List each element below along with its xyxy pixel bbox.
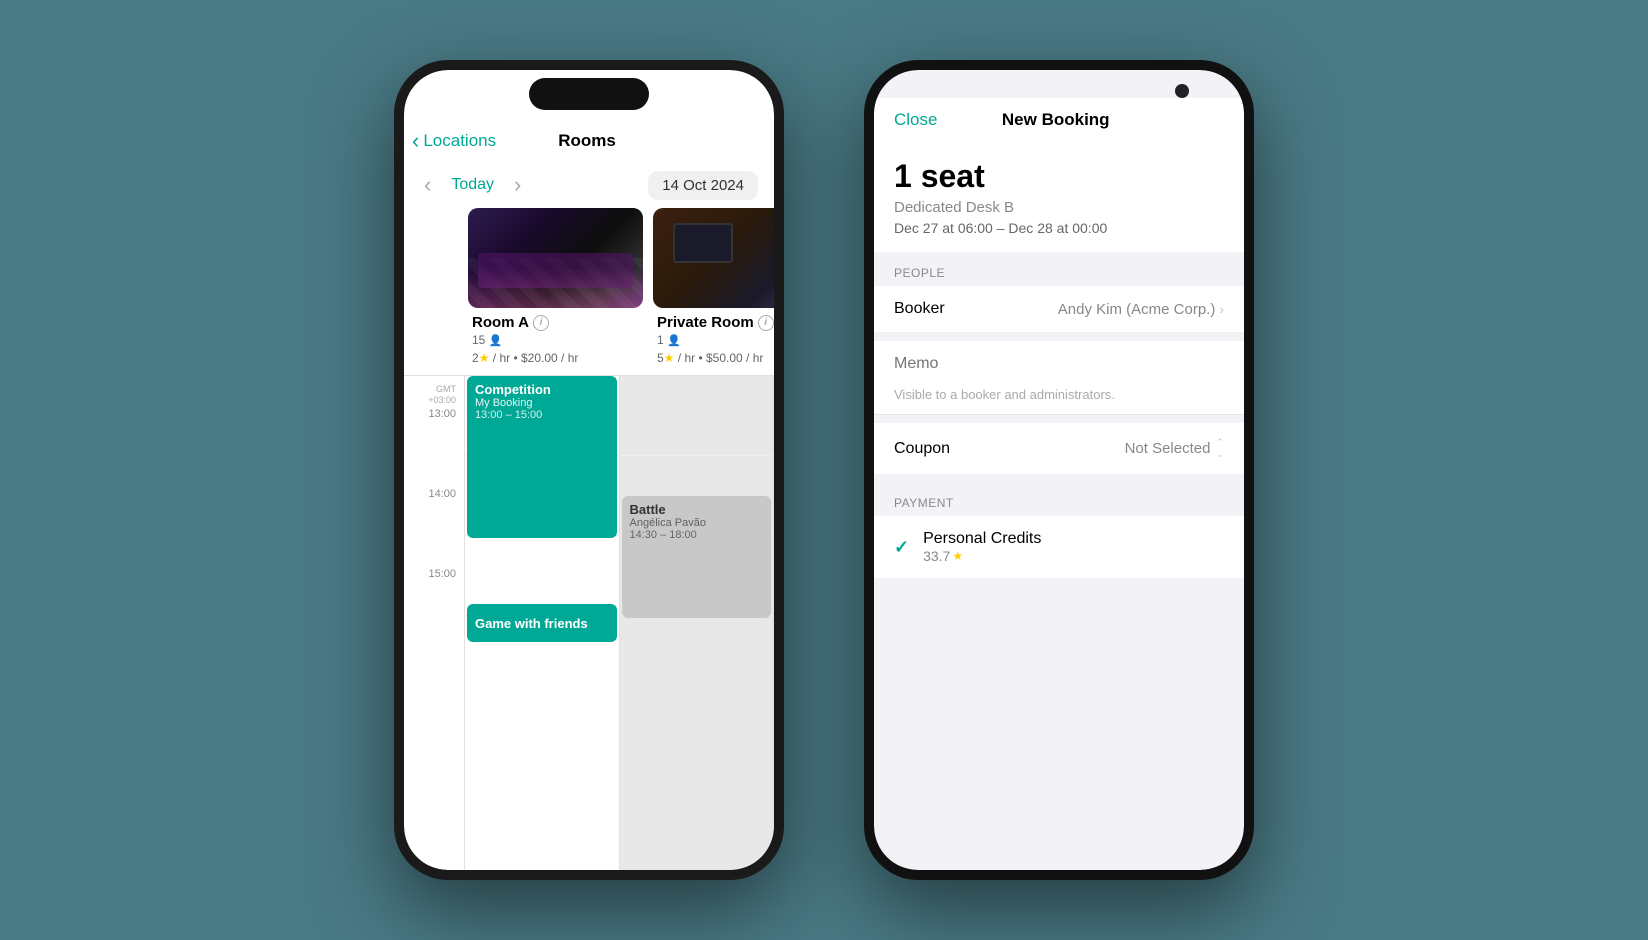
phone-2: Close New Booking 1 seat Dedicated Desk …	[864, 60, 1254, 880]
room-private-name-row: Private Room i	[649, 314, 774, 331]
booker-row[interactable]: Booker Andy Kim (Acme Corp.) ›	[874, 286, 1244, 333]
time-slot-13: 13:00	[404, 406, 464, 486]
seat-count: 1 seat	[894, 158, 1224, 195]
dynamic-island	[529, 78, 649, 110]
booking-datetime: Dec 27 at 06:00 – Dec 28 at 00:00	[894, 220, 1224, 236]
booking-game-title: Game with friends	[475, 616, 588, 631]
booker-label: Booker	[894, 300, 945, 318]
room-a-capacity: 15 👤	[464, 331, 649, 349]
prev-date-button[interactable]: ‹	[420, 168, 435, 202]
room-a-name-row: Room A i	[464, 314, 649, 331]
room-private-info-icon[interactable]: i	[758, 315, 774, 331]
room-private-image	[653, 208, 774, 308]
room-a-name: Room A	[472, 314, 529, 331]
grid-col-private[interactable]: Battle Angélica Pavão 14:30 – 18:00	[620, 376, 775, 870]
booking-competition[interactable]: Competition My Booking 13:00 – 15:00	[467, 376, 617, 538]
booking-battle-title: Battle	[630, 502, 764, 517]
booking-competition-sub: My Booking	[475, 397, 609, 409]
checkmark-icon: ✓	[894, 537, 909, 558]
people-section-label: PEOPLE	[874, 252, 1244, 286]
close-button[interactable]: Close	[894, 110, 937, 130]
booker-chevron-icon: ›	[1219, 301, 1224, 317]
coupon-not-selected: Not Selected	[1125, 440, 1211, 457]
page-title: Rooms	[558, 131, 616, 151]
payment-section-label: PAYMENT	[874, 482, 1244, 516]
phone-2-screen: Close New Booking 1 seat Dedicated Desk …	[874, 70, 1244, 870]
rooms-list: Room A i 15 👤 2★ / hr • $20.00 / hr Priv…	[404, 208, 774, 376]
room-private-capacity: 1 👤	[649, 331, 774, 349]
today-button[interactable]: Today	[451, 176, 494, 194]
coupon-label: Coupon	[894, 440, 950, 458]
grid-line-p1	[620, 376, 774, 456]
chevron-left-icon: ‹	[412, 128, 419, 154]
screen-2-content: Close New Booking 1 seat Dedicated Desk …	[874, 70, 1244, 870]
payment-info: Personal Credits 33.7★	[923, 530, 1041, 564]
camera-dot	[1175, 84, 1189, 98]
payment-section: PAYMENT ✓ Personal Credits 33.7★	[874, 482, 1244, 578]
chevron-down-icon: ⌄	[1216, 449, 1224, 460]
back-label: Locations	[423, 131, 496, 151]
booker-value: Andy Kim (Acme Corp.) ›	[1058, 301, 1224, 318]
next-date-button[interactable]: ›	[510, 168, 525, 202]
memo-field	[874, 341, 1244, 387]
memo-hint: Visible to a booker and administrators.	[874, 387, 1244, 415]
booking-battle-sub: Angélica Pavão	[630, 517, 764, 529]
date-row: ‹ Today › 14 Oct 2024	[404, 162, 774, 208]
booking-battle[interactable]: Battle Angélica Pavão 14:30 – 18:00	[622, 496, 772, 618]
updown-arrows-icon: ⌃ ⌄	[1216, 437, 1224, 460]
payment-method-name: Personal Credits	[923, 530, 1041, 548]
coupon-value: Not Selected ⌃ ⌄	[1125, 437, 1224, 460]
memo-input[interactable]	[894, 355, 1224, 373]
room-card-a[interactable]: Room A i 15 👤 2★ / hr • $20.00 / hr	[464, 208, 649, 375]
status-bar-2	[874, 70, 1244, 98]
booking-battle-time: 14:30 – 18:00	[630, 529, 764, 541]
booker-name: Andy Kim (Acme Corp.)	[1058, 301, 1216, 318]
booking-competition-time: 13:00 – 15:00	[475, 409, 609, 421]
nav-bar-1: ‹ Locations Rooms	[404, 120, 774, 162]
credits-value: 33.7	[923, 548, 950, 564]
room-private-rating: 5★ / hr • $50.00 / hr	[649, 349, 774, 367]
time-slot-15: 15:00	[404, 566, 464, 646]
phone-1-screen: ‹ Locations Rooms ‹ Today › 14 Oct 2024	[404, 70, 774, 870]
room-a-image	[468, 208, 643, 308]
desk-name: Dedicated Desk B	[894, 199, 1224, 216]
grid-col-room-a[interactable]: Competition My Booking 13:00 – 15:00 Gam…	[465, 376, 620, 870]
calendar-area: GMT+03:00 13:00 14:00 15:00 Competition	[404, 376, 774, 870]
sheet-nav: Close New Booking	[874, 98, 1244, 138]
payment-credits: 33.7★	[923, 548, 1041, 564]
memo-container: Visible to a booker and administrators.	[874, 341, 1244, 415]
gmt-label: GMT+03:00	[404, 380, 464, 406]
payment-row[interactable]: ✓ Personal Credits 33.7★	[874, 516, 1244, 578]
booking-game[interactable]: Game with friends	[467, 604, 617, 642]
sheet-body: 1 seat Dedicated Desk B Dec 27 at 06:00 …	[874, 138, 1244, 870]
back-button[interactable]: ‹ Locations	[412, 128, 496, 154]
room-a-rating: 2★ / hr • $20.00 / hr	[464, 349, 649, 367]
chevron-up-icon: ⌃	[1216, 437, 1224, 448]
room-private-name: Private Room	[657, 314, 754, 331]
sheet-title: New Booking	[1002, 110, 1110, 130]
date-nav: ‹ Today ›	[420, 168, 525, 202]
calendar-grid: Competition My Booking 13:00 – 15:00 Gam…	[464, 376, 774, 870]
coupon-row[interactable]: Coupon Not Selected ⌃ ⌄	[874, 423, 1244, 474]
room-card-private[interactable]: Private Room i 1 👤 5★ / hr • $50.00 / hr	[649, 208, 774, 375]
booking-hero: 1 seat Dedicated Desk B Dec 27 at 06:00 …	[874, 138, 1244, 252]
booking-competition-title: Competition	[475, 382, 609, 397]
date-badge[interactable]: 14 Oct 2024	[648, 171, 758, 200]
star-icon: ★	[952, 549, 963, 563]
phone-1: ‹ Locations Rooms ‹ Today › 14 Oct 2024	[394, 60, 784, 880]
time-column: GMT+03:00 13:00 14:00 15:00	[404, 376, 464, 870]
screen-1-content: ‹ Locations Rooms ‹ Today › 14 Oct 2024	[404, 70, 774, 870]
room-a-info-icon[interactable]: i	[533, 315, 549, 331]
time-slot-14: 14:00	[404, 486, 464, 566]
